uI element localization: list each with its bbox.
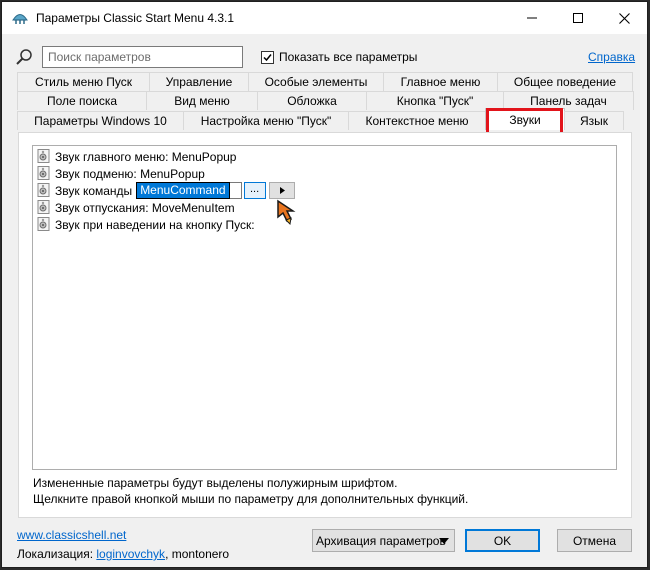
search-icon: [16, 49, 32, 65]
setting-submenu-sound[interactable]: Звук подменю: MenuPopup: [37, 165, 205, 182]
tab-strip: Стиль меню Пуск Управление Особые элемен…: [17, 72, 634, 132]
tab-start-button[interactable]: Кнопка "Пуск": [366, 91, 504, 110]
minimize-icon: [527, 17, 537, 19]
speaker-icon: [37, 200, 50, 214]
tab-controls[interactable]: Управление: [149, 72, 249, 91]
sounds-panel: Звук главного меню: MenuPopup Звук подме…: [18, 132, 632, 518]
hand-cursor-icon: [277, 199, 296, 226]
setting-label: Звук при наведении на кнопку Пуск:: [55, 217, 255, 232]
setting-label: Звук команды: [55, 183, 133, 198]
tab-context-menu[interactable]: Контекстное меню: [348, 111, 486, 130]
localization-prefix: Локализация:: [17, 547, 97, 561]
tab-row-1: Стиль меню Пуск Управление Особые элемен…: [17, 72, 633, 91]
setting-command-sound[interactable]: Звук команды MenuCommand ...: [37, 182, 295, 199]
play-button[interactable]: [268, 182, 295, 199]
close-icon: [618, 12, 630, 24]
hint-right-click: Щелкните правой кнопкой мыши по параметр…: [33, 492, 469, 506]
cancel-button[interactable]: Отмена: [557, 529, 632, 552]
setting-start-hover-sound[interactable]: Звук при наведении на кнопку Пуск:: [37, 216, 255, 233]
search-input[interactable]: [42, 46, 243, 68]
show-all-option[interactable]: Показать все параметры: [261, 50, 417, 64]
close-button[interactable]: [601, 2, 647, 34]
sound-value-input[interactable]: MenuCommand: [136, 182, 230, 199]
title-bar: Параметры Classic Start Menu 4.3.1: [2, 2, 647, 34]
tab-skin[interactable]: Обложка: [257, 91, 367, 110]
tab-start-menu-style[interactable]: Стиль меню Пуск: [17, 72, 150, 91]
browse-button[interactable]: ...: [243, 182, 266, 199]
shell-app-icon: [12, 14, 28, 24]
setting-release-sound[interactable]: Звук отпускания: MoveMenuItem: [37, 199, 235, 216]
tab-customize-start-menu[interactable]: Настройка меню "Пуск": [183, 111, 349, 130]
dropdown-arrow-icon: [439, 538, 449, 544]
settings-window: Параметры Classic Start Menu 4.3.1 Показ…: [1, 1, 648, 568]
backup-settings-button[interactable]: Архивация параметров: [312, 529, 455, 552]
checkmark-icon: [263, 53, 272, 61]
ok-button[interactable]: OK: [465, 529, 540, 552]
speaker-icon: [37, 149, 50, 163]
maximize-icon: [573, 13, 583, 23]
sound-value-input-tail[interactable]: [229, 182, 242, 199]
speaker-icon: [37, 183, 50, 197]
minimize-button[interactable]: [509, 2, 555, 34]
localization-credits: Локализация: loginvovchyk, montonero: [17, 547, 229, 561]
help-link[interactable]: Справка: [588, 50, 635, 64]
tab-special-items[interactable]: Особые элементы: [248, 72, 384, 91]
localization-author-link[interactable]: loginvovchyk: [96, 547, 165, 561]
speaker-icon: [37, 166, 50, 180]
tab-main-menu[interactable]: Главное меню: [383, 72, 498, 91]
tab-search-box[interactable]: Поле поиска: [17, 91, 147, 110]
tab-menu-look[interactable]: Вид меню: [146, 91, 258, 110]
setting-label: Звук подменю: MenuPopup: [55, 166, 205, 181]
maximize-button[interactable]: [555, 2, 601, 34]
setting-label: Звук главного меню: MenuPopup: [55, 149, 237, 164]
tab-sounds[interactable]: Звуки: [485, 108, 565, 130]
window-title: Параметры Classic Start Menu 4.3.1: [36, 11, 235, 25]
website-link[interactable]: www.classicshell.net: [17, 528, 126, 542]
setting-label: Звук отпускания: MoveMenuItem: [55, 200, 235, 215]
speaker-icon: [37, 217, 50, 231]
show-all-label: Показать все параметры: [279, 50, 418, 64]
play-icon: [279, 187, 285, 194]
tab-general-behavior[interactable]: Общее поведение: [497, 72, 633, 91]
tab-windows10-settings[interactable]: Параметры Windows 10: [17, 111, 184, 130]
backup-settings-label: Архивация параметров: [316, 533, 446, 548]
show-all-checkbox[interactable]: [261, 50, 274, 64]
setting-main-menu-sound[interactable]: Звук главного меню: MenuPopup: [37, 148, 236, 165]
tab-language[interactable]: Язык: [564, 111, 624, 130]
hint-bold-changes: Измененные параметры будут выделены полу…: [33, 476, 398, 490]
localization-rest: , montonero: [165, 547, 230, 561]
sounds-settings-list[interactable]: Звук главного меню: MenuPopup Звук подме…: [32, 145, 617, 470]
tab-row-3: Параметры Windows 10 Настройка меню "Пус…: [17, 108, 624, 130]
